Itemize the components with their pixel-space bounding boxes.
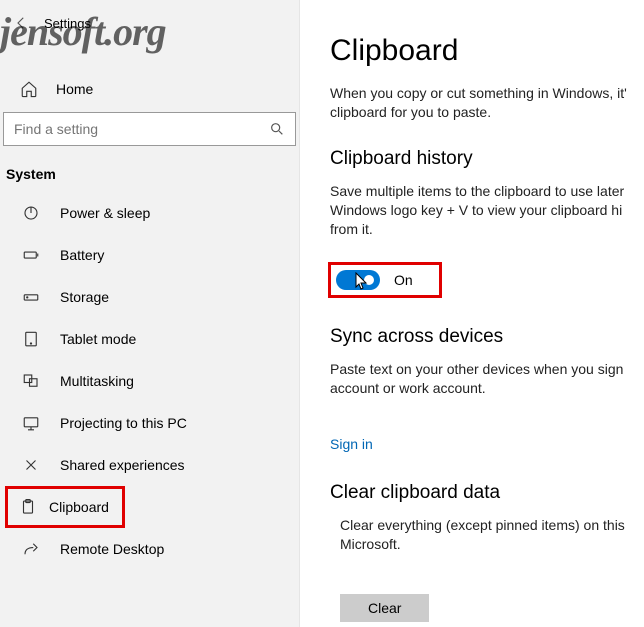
clear-section: Clear clipboard data Clear everything (e… — [330, 482, 644, 622]
home-icon — [20, 80, 38, 98]
projecting-icon — [22, 414, 40, 432]
sidebar-item-label: Clipboard — [49, 499, 109, 515]
home-nav[interactable]: Home — [0, 70, 299, 112]
sync-title: Sync across devices — [330, 326, 644, 348]
settings-label: Settings — [44, 16, 91, 31]
tablet-icon — [22, 330, 40, 348]
search-icon — [269, 121, 285, 137]
sidebar-item-label: Shared experiences — [60, 457, 185, 473]
sidebar-item-label: Battery — [60, 247, 104, 263]
sidebar-item-label: Storage — [60, 289, 109, 305]
history-section: Clipboard history Save multiple items to… — [330, 148, 644, 297]
history-desc: Save multiple items to the clipboard to … — [330, 182, 644, 239]
sidebar-item-multitasking[interactable]: Multitasking — [0, 360, 299, 402]
multitasking-icon — [22, 372, 40, 390]
search-input[interactable] — [4, 121, 269, 137]
toggle-knob — [364, 275, 374, 285]
page-title: Clipboard — [330, 34, 644, 68]
sidebar-item-remote-desktop[interactable]: Remote Desktop — [0, 528, 299, 570]
sidebar-item-shared-experiences[interactable]: Shared experiences — [0, 444, 299, 486]
storage-icon — [22, 288, 40, 306]
sidebar-item-power-sleep[interactable]: Power & sleep — [0, 192, 299, 234]
battery-icon — [22, 246, 40, 264]
category-heading: System — [0, 158, 299, 192]
sync-section: Sync across devices Paste text on your o… — [330, 326, 644, 452]
sidebar-item-clipboard[interactable]: Clipboard — [5, 486, 125, 528]
history-toggle[interactable] — [336, 270, 380, 290]
intro-text: When you copy or cut something in Window… — [330, 84, 644, 122]
back-row[interactable]: Settings — [0, 10, 299, 40]
sidebar-item-storage[interactable]: Storage — [0, 276, 299, 318]
sidebar-item-label: Tablet mode — [60, 331, 136, 347]
sidebar: Settings Home System Power & sleep Batte… — [0, 0, 300, 627]
shared-icon — [22, 456, 40, 474]
home-label: Home — [56, 81, 93, 97]
sidebar-menu: Power & sleep Battery Storage Tablet mod… — [0, 192, 299, 570]
sidebar-item-projecting[interactable]: Projecting to this PC — [0, 402, 299, 444]
sidebar-item-label: Multitasking — [60, 373, 134, 389]
signin-link[interactable]: Sign in — [330, 436, 373, 452]
power-icon — [22, 204, 40, 222]
search-box[interactable] — [3, 112, 296, 146]
main-content: Clipboard When you copy or cut something… — [300, 0, 644, 627]
sync-desc: Paste text on your other devices when yo… — [330, 360, 644, 398]
sidebar-item-label: Power & sleep — [60, 205, 150, 221]
back-arrow-icon — [12, 14, 30, 32]
toggle-state-label: On — [394, 272, 413, 288]
history-toggle-row: On — [330, 264, 440, 296]
sidebar-item-label: Remote Desktop — [60, 541, 164, 557]
sidebar-item-label: Projecting to this PC — [60, 415, 187, 431]
clear-button[interactable]: Clear — [340, 594, 429, 622]
remote-desktop-icon — [22, 540, 40, 558]
history-title: Clipboard history — [330, 148, 644, 170]
sidebar-item-tablet-mode[interactable]: Tablet mode — [0, 318, 299, 360]
clipboard-icon — [19, 498, 37, 516]
clear-desc: Clear everything (except pinned items) o… — [330, 516, 644, 554]
sidebar-item-battery[interactable]: Battery — [0, 234, 299, 276]
clear-title: Clear clipboard data — [330, 482, 644, 504]
